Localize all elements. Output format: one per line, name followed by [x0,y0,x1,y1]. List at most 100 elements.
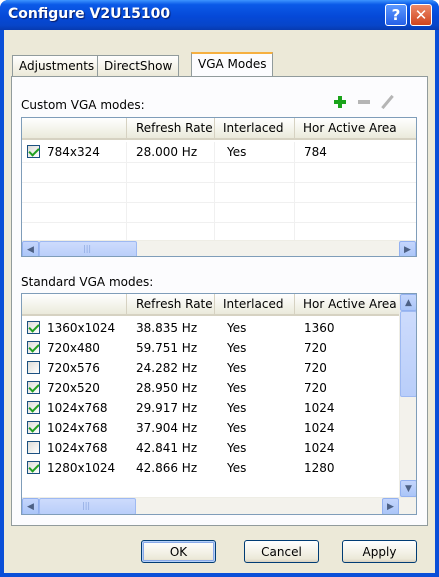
col-interlaced[interactable]: Interlaced [215,294,295,316]
refresh-cell: 28.000 Hz [136,145,198,159]
grip-icon: ||| [83,244,92,253]
scroll-right-button[interactable]: ▶ [399,241,416,256]
hor-active-cell: 1024 [304,421,335,435]
arrow-up-icon: ▲ [405,297,412,308]
refresh-cell: 28.950 Hz [136,381,198,395]
arrow-right-icon: ▶ [387,501,394,512]
arrow-left-icon: ◀ [27,501,34,512]
question-icon: ? [391,6,401,24]
pencil-icon [381,94,394,110]
scroll-right-button[interactable]: ▶ [382,498,399,514]
add-mode-button[interactable] [332,94,348,110]
scroll-left-button[interactable]: ◀ [22,241,39,256]
hor-active-cell: 720 [304,341,327,355]
minus-icon [358,100,370,104]
tab-directshow[interactable]: DirectShow [97,55,180,76]
custom-list-header: Refresh Rate Interlaced Hor Active Area [22,118,416,140]
scroll-up-button[interactable]: ▲ [400,294,416,311]
interlaced-cell: Yes [227,145,247,159]
hor-active-cell: 784 [304,145,327,159]
apply-button[interactable]: Apply [342,540,417,563]
vga-modes-panel: Custom VGA modes: Refresh Rate Interlace… [11,76,428,526]
cancel-button[interactable]: Cancel [244,540,319,563]
help-button[interactable]: ? [385,4,407,26]
interlaced-cell: Yes [227,461,247,475]
col-mode[interactable] [22,294,127,316]
mode-cell: 1360x1024 [47,321,116,335]
custom-modes-list[interactable]: Refresh Rate Interlaced Hor Active Area … [21,117,417,257]
table-row[interactable]: 720x576 24.282 Hz Yes 720 [22,358,399,378]
configure-dialog: Configure V2U15100 ? ✕ Adjustments Direc… [0,0,439,577]
standard-horizontal-scrollbar[interactable]: ◀ ||| ▶ [22,497,416,514]
row-checkbox[interactable] [27,401,40,414]
col-interlaced[interactable]: Interlaced [215,118,295,140]
row-checkbox[interactable] [27,461,40,474]
table-row[interactable]: 1024x768 29.917 Hz Yes 1024 [22,398,399,418]
close-icon: ✕ [414,6,428,24]
custom-horizontal-scrollbar[interactable]: ◀ ||| ▶ [22,240,416,256]
arrow-down-icon: ▼ [405,483,412,494]
row-checkbox[interactable] [27,145,40,158]
interlaced-cell: Yes [227,381,247,395]
window-title: Configure V2U15100 [8,6,171,22]
row-checkbox[interactable] [27,381,40,394]
ok-button[interactable]: OK [141,540,216,563]
scroll-thumb[interactable]: ||| [39,241,137,256]
table-row[interactable]: 1024x768 42.841 Hz Yes 1024 [22,438,399,458]
table-row[interactable]: 784x324 28.000 Hz Yes 784 [22,142,416,162]
table-row[interactable]: 1024x768 37.904 Hz Yes 1024 [22,418,399,438]
refresh-cell: 42.841 Hz [136,441,198,455]
standard-modes-list[interactable]: Refresh Rate Interlaced Hor Active Area … [21,293,417,515]
standard-modes-label: Standard VGA modes: [21,275,154,289]
table-row[interactable]: 1360x1024 38.835 Hz Yes 1360 [22,318,399,338]
standard-vertical-scrollbar[interactable]: ▲ ▼ [399,294,416,497]
refresh-cell: 38.835 Hz [136,321,198,335]
row-checkbox[interactable] [27,441,40,454]
scroll-left-button[interactable]: ◀ [22,498,39,514]
interlaced-cell: Yes [227,321,247,335]
hor-active-cell: 1024 [304,401,335,415]
dialog-client-area: Adjustments DirectShow VGA Modes Custom … [4,30,435,573]
interlaced-cell: Yes [227,401,247,415]
col-mode[interactable] [22,118,127,140]
remove-mode-button[interactable] [356,94,372,110]
tab-vga-modes[interactable]: VGA Modes [191,52,274,76]
interlaced-cell: Yes [227,341,247,355]
mode-cell: 720x576 [47,361,100,375]
table-row[interactable]: 1280x1024 42.866 Hz Yes 1280 [22,458,399,478]
row-checkbox[interactable] [27,421,40,434]
arrow-right-icon: ▶ [404,244,411,255]
close-button[interactable]: ✕ [410,4,432,26]
mode-cell: 1024x768 [47,401,108,415]
col-refresh-rate[interactable]: Refresh Rate [127,294,215,316]
row-checkbox[interactable] [27,321,40,334]
hor-active-cell: 1024 [304,441,335,455]
mode-cell: 1280x1024 [47,461,116,475]
table-row[interactable]: 720x520 28.950 Hz Yes 720 [22,378,399,398]
hor-active-cell: 720 [304,361,327,375]
tab-adjustments[interactable]: Adjustments [12,55,102,76]
scroll-down-button[interactable]: ▼ [400,480,416,497]
col-refresh-rate[interactable]: Refresh Rate [127,118,215,140]
refresh-cell: 29.917 Hz [136,401,198,415]
table-row[interactable]: 720x480 59.751 Hz Yes 720 [22,338,399,358]
mode-cell: 784x324 [47,145,100,159]
custom-modes-label: Custom VGA modes: [21,98,145,112]
col-hor-active-area[interactable]: Hor Active Area [295,294,401,316]
scroll-thumb[interactable]: ||| [39,498,136,514]
standard-list-header: Refresh Rate Interlaced Hor Active Area [22,294,401,316]
hor-active-cell: 720 [304,381,327,395]
mode-cell: 1024x768 [47,441,108,455]
row-checkbox[interactable] [27,341,40,354]
interlaced-cell: Yes [227,421,247,435]
refresh-cell: 24.282 Hz [136,361,198,375]
edit-mode-button[interactable] [380,94,396,110]
refresh-cell: 37.904 Hz [136,421,198,435]
title-bar[interactable]: Configure V2U15100 ? ✕ [0,0,439,30]
interlaced-cell: Yes [227,361,247,375]
mode-cell: 720x520 [47,381,100,395]
refresh-cell: 59.751 Hz [136,341,198,355]
col-hor-active-area[interactable]: Hor Active Area [295,118,416,140]
scroll-thumb[interactable] [400,311,416,397]
row-checkbox[interactable] [27,361,40,374]
